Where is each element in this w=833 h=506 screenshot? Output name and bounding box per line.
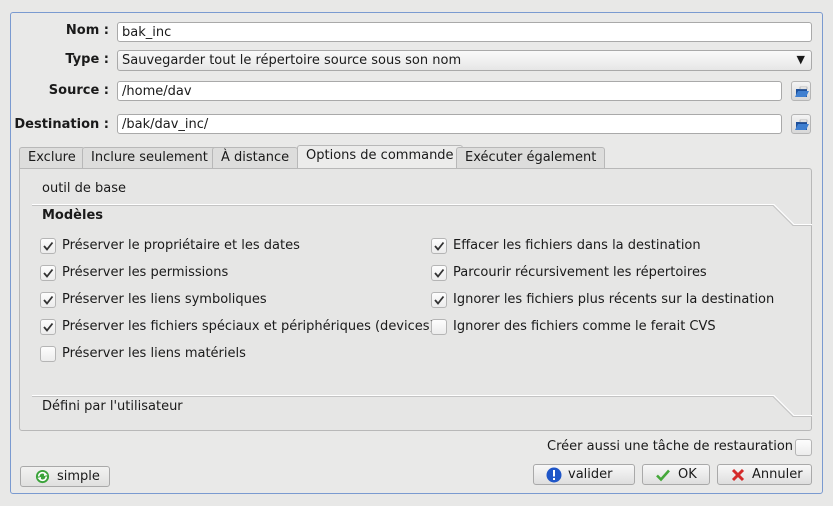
- type-select[interactable]: Sauvegarder tout le répertoire source so…: [117, 50, 812, 71]
- option-label: Ignorer des fichiers comme le ferait CVS: [453, 319, 716, 334]
- checkbox[interactable]: [40, 265, 56, 281]
- name-field[interactable]: bak_inc: [117, 22, 812, 42]
- restore-task-label: Créer aussi une tâche de restauration: [547, 439, 794, 454]
- type-select-value: Sauvegarder tout le répertoire source so…: [122, 53, 462, 68]
- checkbox[interactable]: [40, 346, 56, 362]
- cancel-button[interactable]: Annuler: [717, 464, 812, 485]
- base-tool-section-header[interactable]: outil de base: [42, 181, 126, 196]
- info-icon: [546, 467, 562, 483]
- checkmark-icon: [43, 241, 54, 251]
- backup-task-dialog: Nom : bak_inc Type : Sauvegarder tout le…: [10, 12, 823, 494]
- checkmark-icon: [43, 295, 54, 305]
- checkbox[interactable]: [431, 292, 447, 308]
- option-label: Parcourir récursivement les répertoires: [453, 265, 707, 280]
- tab-exclure[interactable]: Exclure: [19, 147, 85, 168]
- validate-label: valider: [568, 467, 613, 482]
- name-label: Nom :: [65, 23, 109, 38]
- user-defined-section-header[interactable]: Défini par l'utilisateur: [42, 399, 183, 414]
- simple-mode-button[interactable]: simple: [20, 466, 110, 487]
- checkmark-icon: [43, 322, 54, 332]
- folder-open-icon: [795, 119, 809, 130]
- checkbox[interactable]: [40, 319, 56, 335]
- checkbox[interactable]: [431, 265, 447, 281]
- option-label: Préserver les liens symboliques: [62, 292, 267, 307]
- source-browse-button[interactable]: [791, 81, 811, 101]
- tab-executer-egalement[interactable]: Exécuter également: [456, 147, 606, 168]
- option-label: Préserver les fichiers spéciaux et périp…: [62, 319, 435, 334]
- tab-inclure-seulement[interactable]: Inclure seulement: [82, 147, 217, 168]
- cancel-label: Annuler: [752, 467, 803, 482]
- checkmark-icon: [434, 295, 445, 305]
- tab-a-distance[interactable]: À distance: [212, 147, 299, 168]
- checkbox[interactable]: [431, 319, 447, 335]
- ok-label: OK: [678, 467, 697, 482]
- simple-mode-label: simple: [57, 469, 100, 484]
- refresh-icon: [35, 469, 50, 484]
- checkbox[interactable]: [431, 238, 447, 254]
- checkbox[interactable]: [40, 292, 56, 308]
- checkmark-icon: [434, 268, 445, 278]
- close-icon: [731, 468, 745, 482]
- option-label: Préserver les permissions: [62, 265, 229, 280]
- checkmark-icon: [434, 241, 445, 251]
- checkbox[interactable]: [40, 238, 56, 254]
- type-label: Type :: [65, 52, 109, 67]
- tab-options-de-commande[interactable]: Options de commande: [297, 145, 463, 168]
- option-label: Préserver le propriétaire et les dates: [62, 238, 300, 253]
- destination-field[interactable]: /bak/dav_inc/: [117, 114, 782, 134]
- command-options-panel: outil de base Modèles Préserver le propr…: [19, 168, 812, 431]
- models-section-title[interactable]: Modèles: [42, 208, 103, 223]
- ok-button[interactable]: OK: [642, 464, 710, 485]
- chevron-down-icon: ▼: [796, 53, 805, 66]
- folder-open-icon: [795, 86, 809, 97]
- destination-label: Destination :: [14, 117, 109, 132]
- validate-button[interactable]: valider: [533, 464, 635, 485]
- section-divider: [32, 204, 812, 226]
- source-field[interactable]: /home/dav: [117, 81, 782, 101]
- destination-browse-button[interactable]: [791, 114, 811, 134]
- restore-task-checkbox[interactable]: [795, 439, 812, 456]
- source-label: Source :: [48, 83, 109, 98]
- option-label: Ignorer les fichiers plus récents sur la…: [453, 292, 775, 307]
- checkmark-icon: [43, 268, 54, 278]
- option-label: Préserver les liens matériels: [62, 346, 246, 361]
- checkmark-icon: [656, 469, 670, 482]
- option-label: Effacer les fichiers dans la destination: [453, 238, 701, 253]
